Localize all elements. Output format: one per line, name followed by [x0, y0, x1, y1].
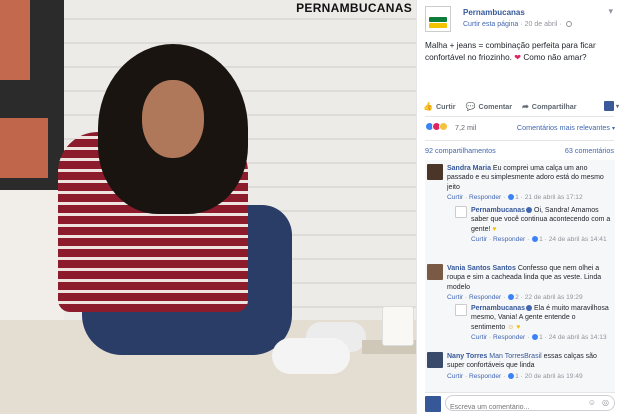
comments-list: Sandra Maria Eu comprei uma calça um ano… [425, 160, 615, 392]
camera-icon[interactable]: ◎ [602, 398, 609, 407]
yellow-heart-emoji-icon: ♥ [490, 225, 497, 233]
comment-like-link[interactable]: Curtir [447, 373, 463, 380]
comment-meta: Curtir · Responder · 1 · 24 de abril às … [471, 236, 607, 244]
comment-date[interactable]: 22 de abril às 19:29 [525, 294, 583, 301]
reaction-stats: 7,2 mil Comentários mais relevantes [425, 120, 615, 134]
brand-logo-icon [429, 16, 447, 22]
facebook-photo-viewer: PERNAMBUCANAS Pernambucanas Curtir esta … [0, 0, 620, 414]
commenter-name[interactable]: Pernambucanas [471, 207, 525, 214]
comment-meta: Curtir · Responder · 1 · 24 de abril às … [471, 334, 607, 342]
comments-count-link[interactable]: 63 comentários [565, 146, 614, 155]
post-photo[interactable]: PERNAMBUCANAS [0, 0, 416, 414]
commenter-name[interactable]: Nany Torres [447, 353, 487, 360]
like-reaction-icon [532, 236, 539, 243]
commenter-avatar[interactable] [427, 164, 443, 180]
like-reaction-icon [508, 294, 515, 301]
comment-meta: Curtir · Responder · 1 · 20 de abril às … [447, 372, 583, 380]
post-date[interactable]: 20 de abril [525, 21, 558, 28]
verified-badge-icon [526, 305, 533, 312]
page-avatar[interactable] [455, 304, 467, 316]
model-shoe [272, 338, 350, 374]
page-name-link[interactable]: Pernambucanas [463, 8, 525, 17]
wow-reaction-icon [439, 122, 448, 131]
comment-reply-link[interactable]: Responder [469, 194, 501, 201]
comment-composer: ☺ ◎ [425, 392, 615, 414]
comment-reply-link[interactable]: Responder [469, 373, 501, 380]
comment-icon: 💬 [465, 101, 476, 111]
comment-reply-link[interactable]: Responder [493, 334, 525, 341]
commenter-name[interactable]: Vania Santos Santos [447, 265, 516, 272]
like-reaction-icon [532, 334, 539, 341]
window-frame [0, 0, 64, 190]
comment-like-link[interactable]: Curtir [471, 236, 487, 243]
commenter-name[interactable]: Sandra Maria [447, 165, 491, 172]
share-icon: ➦ [522, 101, 529, 111]
thumbs-up-icon: 👍 [423, 101, 433, 111]
chevron-down-icon[interactable]: ▾ [616, 103, 619, 110]
comment-date[interactable]: 21 de abril às 17:12 [525, 194, 583, 201]
page-avatar[interactable] [455, 206, 467, 218]
comment-like-link[interactable]: Curtir [447, 294, 463, 301]
comment-like-link[interactable]: Curtir [471, 334, 487, 341]
page-avatar[interactable] [425, 6, 451, 32]
comment-meta: Curtir · Responder · 2 · 22 de abril às … [447, 294, 583, 302]
post-sidebar: Pernambucanas Curtir esta página · 20 de a… [416, 0, 620, 414]
comment-like-link[interactable]: Curtir [447, 194, 463, 201]
post-text: Malha + jeans = combinação perfeita para… [425, 41, 596, 62]
smile-emoji-icon: ☺ [505, 323, 515, 331]
yellow-heart-emoji-icon: ♥ [514, 323, 521, 331]
comment-button[interactable]: 💬 Comentar [466, 102, 513, 111]
emoji-icon[interactable]: ☺ [588, 398, 596, 407]
like-page-link[interactable]: Curtir esta página [463, 21, 518, 28]
post-meta: Curtir esta página · 20 de abril · [463, 21, 572, 28]
comment-reply-link[interactable]: Responder [493, 236, 525, 243]
post-header: Pernambucanas Curtir esta página · 20 de a… [425, 6, 615, 36]
reaction-icons[interactable] [425, 122, 448, 131]
model-face [142, 80, 204, 158]
like-reaction-icon [508, 373, 515, 380]
comment-reply-link[interactable]: Responder [469, 294, 501, 301]
divider [425, 116, 614, 117]
commenter-avatar[interactable] [427, 264, 443, 280]
brand-watermark: PERNAMBUCANAS [296, 1, 412, 15]
comment-date[interactable]: 24 de abril às 14:13 [549, 334, 607, 341]
share-button[interactable]: ➦ Compartilhar [522, 102, 576, 111]
comment-date[interactable]: 20 de abril às 19:49 [525, 373, 583, 380]
verified-badge-icon [526, 207, 533, 214]
like-reaction-icon [508, 194, 515, 201]
divider [425, 140, 614, 141]
comment-date[interactable]: 24 de abril às 14:41 [549, 236, 607, 243]
actor-avatar[interactable] [603, 101, 614, 111]
shares-link[interactable]: 92 compartilhamentos [425, 146, 496, 155]
comment-meta: Curtir · Responder · 1 · 21 de abril às … [447, 194, 583, 202]
reaction-count[interactable]: 7,2 mil [455, 123, 476, 132]
chevron-down-icon[interactable]: ▾ [608, 6, 613, 17]
mug [382, 306, 414, 346]
current-user-avatar[interactable] [425, 396, 441, 412]
mention-link[interactable]: Man TorresBrasil [489, 353, 541, 360]
commenter-avatar[interactable] [427, 352, 443, 368]
comment-input-box[interactable]: ☺ ◎ [445, 395, 615, 414]
commenter-name[interactable]: Pernambucanas [471, 305, 525, 312]
action-bar: 👍 Curtir 💬 Comentar ➦ Compartilhar ▾ [423, 98, 619, 114]
like-button[interactable]: 👍 Curtir [423, 102, 456, 111]
comment-input[interactable] [450, 400, 578, 414]
comment-sort-dropdown[interactable]: Comentários mais relevantes [517, 123, 615, 132]
globe-icon [565, 21, 572, 28]
